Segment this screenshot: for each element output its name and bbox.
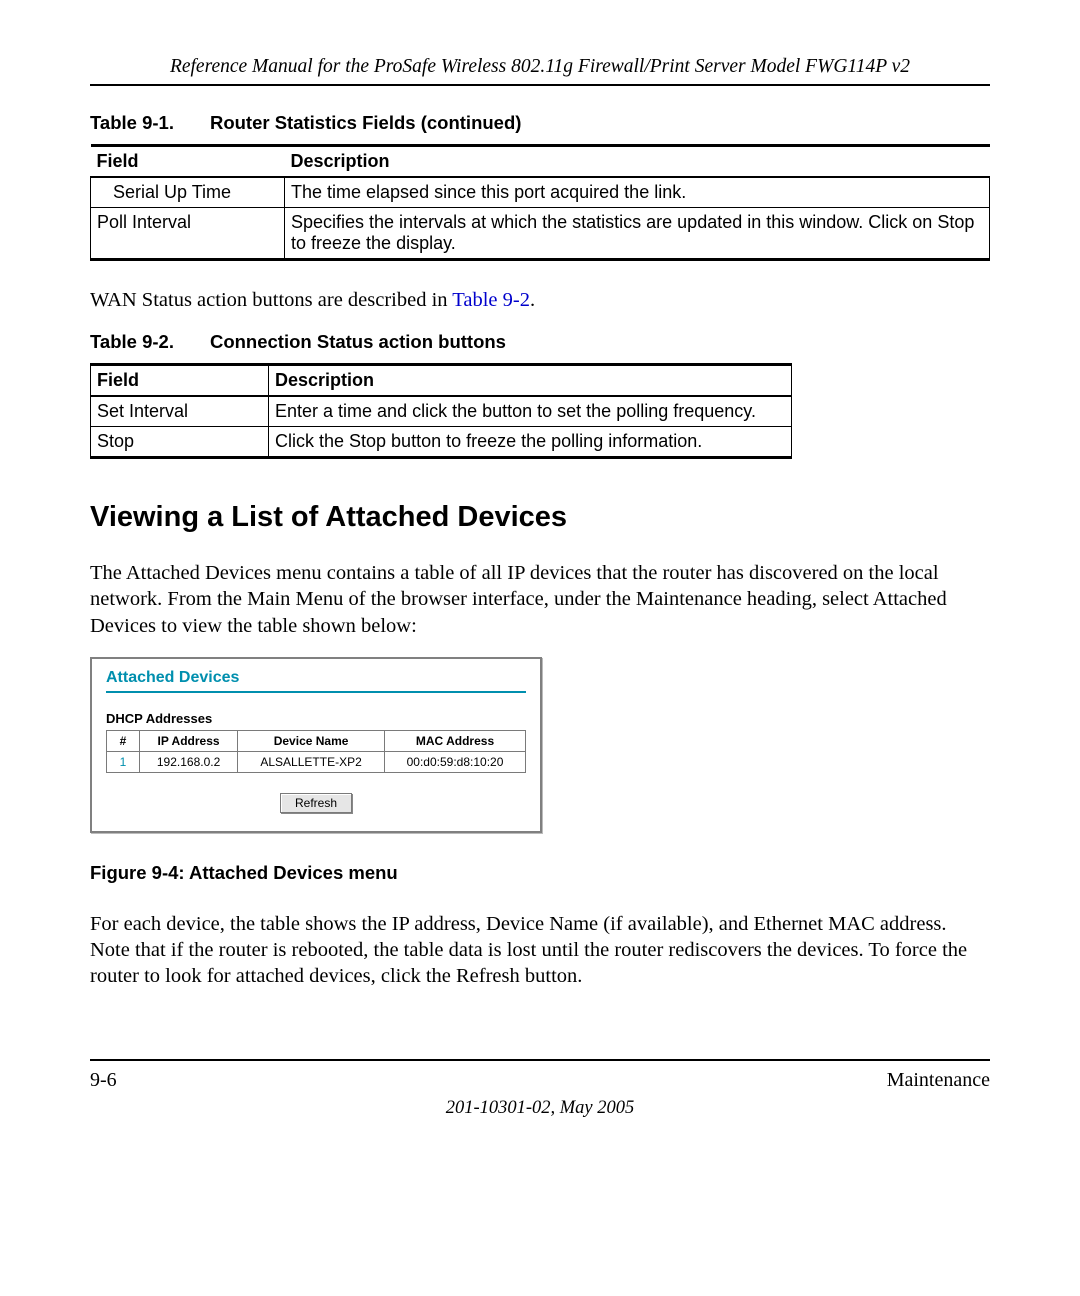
paragraph-wan-status: WAN Status action buttons are described … bbox=[90, 287, 990, 313]
table-9-1: Field Description Serial Up Time The tim… bbox=[90, 144, 990, 261]
cell-field: Poll Interval bbox=[91, 208, 285, 260]
table-9-2-caption: Table 9-2. Connection Status action butto… bbox=[90, 331, 990, 353]
cell-field: Serial Up Time bbox=[91, 177, 285, 208]
cell-field: Set Interval bbox=[91, 396, 269, 427]
col-ip: IP Address bbox=[140, 730, 238, 751]
table-9-2: Field Description Set Interval Enter a t… bbox=[90, 363, 792, 459]
attached-devices-table: # IP Address Device Name MAC Address 1 1… bbox=[106, 730, 526, 773]
footer-rule bbox=[90, 1059, 990, 1061]
cell-num: 1 bbox=[107, 751, 140, 772]
table-row: Poll Interval Specifies the intervals at… bbox=[91, 208, 990, 260]
text: WAN Status action buttons are described … bbox=[90, 289, 452, 311]
cell-field: Stop bbox=[91, 427, 269, 458]
text: . bbox=[530, 289, 535, 311]
section-heading: Viewing a List of Attached Devices bbox=[90, 501, 990, 534]
table-9-1-col-desc: Description bbox=[285, 146, 990, 178]
page-footer: 9-6 Maintenance 201-10301-02, May 2005 bbox=[90, 1059, 990, 1119]
link-table-9-2[interactable]: Table 9-2 bbox=[452, 289, 530, 311]
footer-docnum: 201-10301-02, May 2005 bbox=[90, 1098, 990, 1119]
refresh-button[interactable]: Refresh bbox=[280, 793, 352, 813]
col-name: Device Name bbox=[238, 730, 385, 751]
cell-ip: 192.168.0.2 bbox=[140, 751, 238, 772]
attached-devices-subtitle: DHCP Addresses bbox=[106, 711, 526, 726]
cell-desc: Enter a time and click the button to set… bbox=[269, 396, 792, 427]
table-9-2-col-desc: Description bbox=[269, 365, 792, 397]
table-9-1-col-field: Field bbox=[91, 146, 285, 178]
table-row: Set Interval Enter a time and click the … bbox=[91, 396, 792, 427]
table-9-2-caption-label: Table 9-2. bbox=[90, 331, 174, 352]
running-head: Reference Manual for the ProSafe Wireles… bbox=[90, 56, 990, 78]
footer-page-number: 9-6 bbox=[90, 1069, 117, 1092]
col-num: # bbox=[107, 730, 140, 751]
table-row: Serial Up Time The time elapsed since th… bbox=[91, 177, 990, 208]
paragraph-attached-post: For each device, the table shows the IP … bbox=[90, 911, 990, 990]
col-mac: MAC Address bbox=[385, 730, 526, 751]
attached-devices-title: Attached Devices bbox=[106, 669, 526, 687]
table-row: Stop Click the Stop button to freeze the… bbox=[91, 427, 792, 458]
footer-chapter: Maintenance bbox=[887, 1069, 990, 1092]
attached-devices-rule bbox=[106, 691, 526, 693]
cell-mac: 00:d0:59:d8:10:20 bbox=[385, 751, 526, 772]
table-9-1-caption-title: Router Statistics Fields (continued) bbox=[210, 112, 521, 133]
cell-desc: The time elapsed since this port acquire… bbox=[285, 177, 990, 208]
table-9-1-caption: Table 9-1. Router Statistics Fields (cont… bbox=[90, 112, 990, 134]
cell-desc: Click the Stop button to freeze the poll… bbox=[269, 427, 792, 458]
table-9-1-caption-label: Table 9-1. bbox=[90, 112, 174, 133]
header-rule bbox=[90, 84, 990, 86]
table-9-2-caption-title: Connection Status action buttons bbox=[210, 331, 506, 352]
attached-devices-screenshot: Attached Devices DHCP Addresses # IP Add… bbox=[90, 657, 542, 833]
cell-desc: Specifies the intervals at which the sta… bbox=[285, 208, 990, 260]
figure-9-4-caption: Figure 9-4: Attached Devices menu bbox=[90, 861, 990, 885]
cell-name: ALSALLETTE-XP2 bbox=[238, 751, 385, 772]
paragraph-attached-intro: The Attached Devices menu contains a tab… bbox=[90, 560, 990, 639]
table-9-2-col-field: Field bbox=[91, 365, 269, 397]
table-row: 1 192.168.0.2 ALSALLETTE-XP2 00:d0:59:d8… bbox=[107, 751, 526, 772]
